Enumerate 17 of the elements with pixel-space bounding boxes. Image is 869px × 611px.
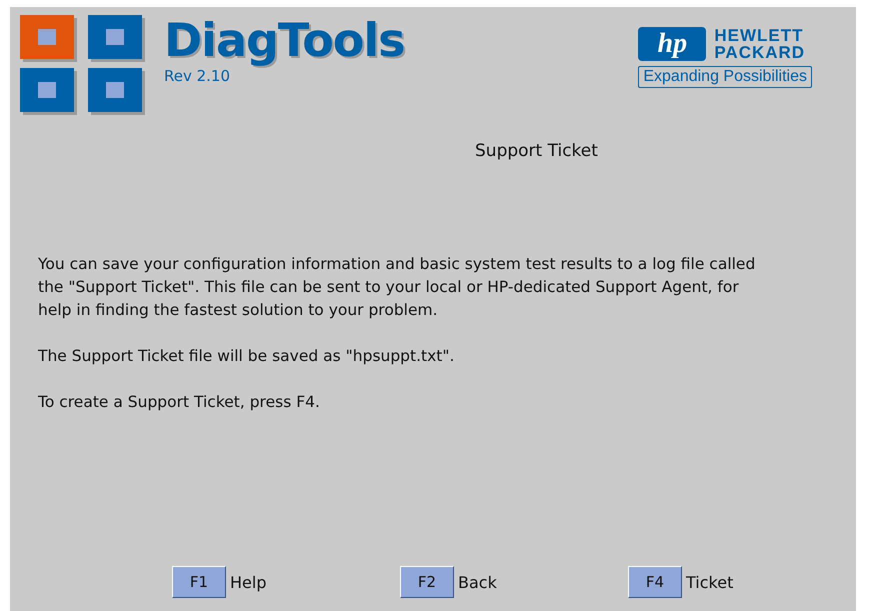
revision-label: Rev 2.10 — [164, 67, 232, 85]
function-key-label: Ticket — [686, 572, 734, 592]
function-key-button[interactable]: F2 — [400, 566, 454, 598]
page-heading: Support Ticket — [475, 141, 598, 161]
info-paragraph: The Support Ticket file will be saved as "hpsuppt.txt". — [38, 346, 456, 367]
function-key-button[interactable]: F1 — [172, 566, 226, 598]
info-paragraph: To create a Support Ticket, press F4. — [38, 392, 321, 413]
brand-name: PACKARD — [714, 44, 806, 61]
function-key-label: Back — [458, 572, 497, 592]
info-paragraph: You can save your configuration information and basic system test results to a log file called the "Support Ticket". This file can be sent to your local or HP-dedicated Support Agent, for help in finding the fastest solution to your problem. — [38, 254, 756, 321]
app-title: DiagTools — [164, 15, 405, 65]
function-key-label: Help — [230, 572, 266, 592]
logo-squares-icon — [20, 15, 146, 115]
brand-tagline: Expanding Possibilities — [638, 66, 812, 88]
function-key-button[interactable]: F4 — [628, 566, 682, 598]
hp-logo: hp — [638, 27, 706, 61]
brand-name: HEWLETT — [714, 27, 804, 44]
